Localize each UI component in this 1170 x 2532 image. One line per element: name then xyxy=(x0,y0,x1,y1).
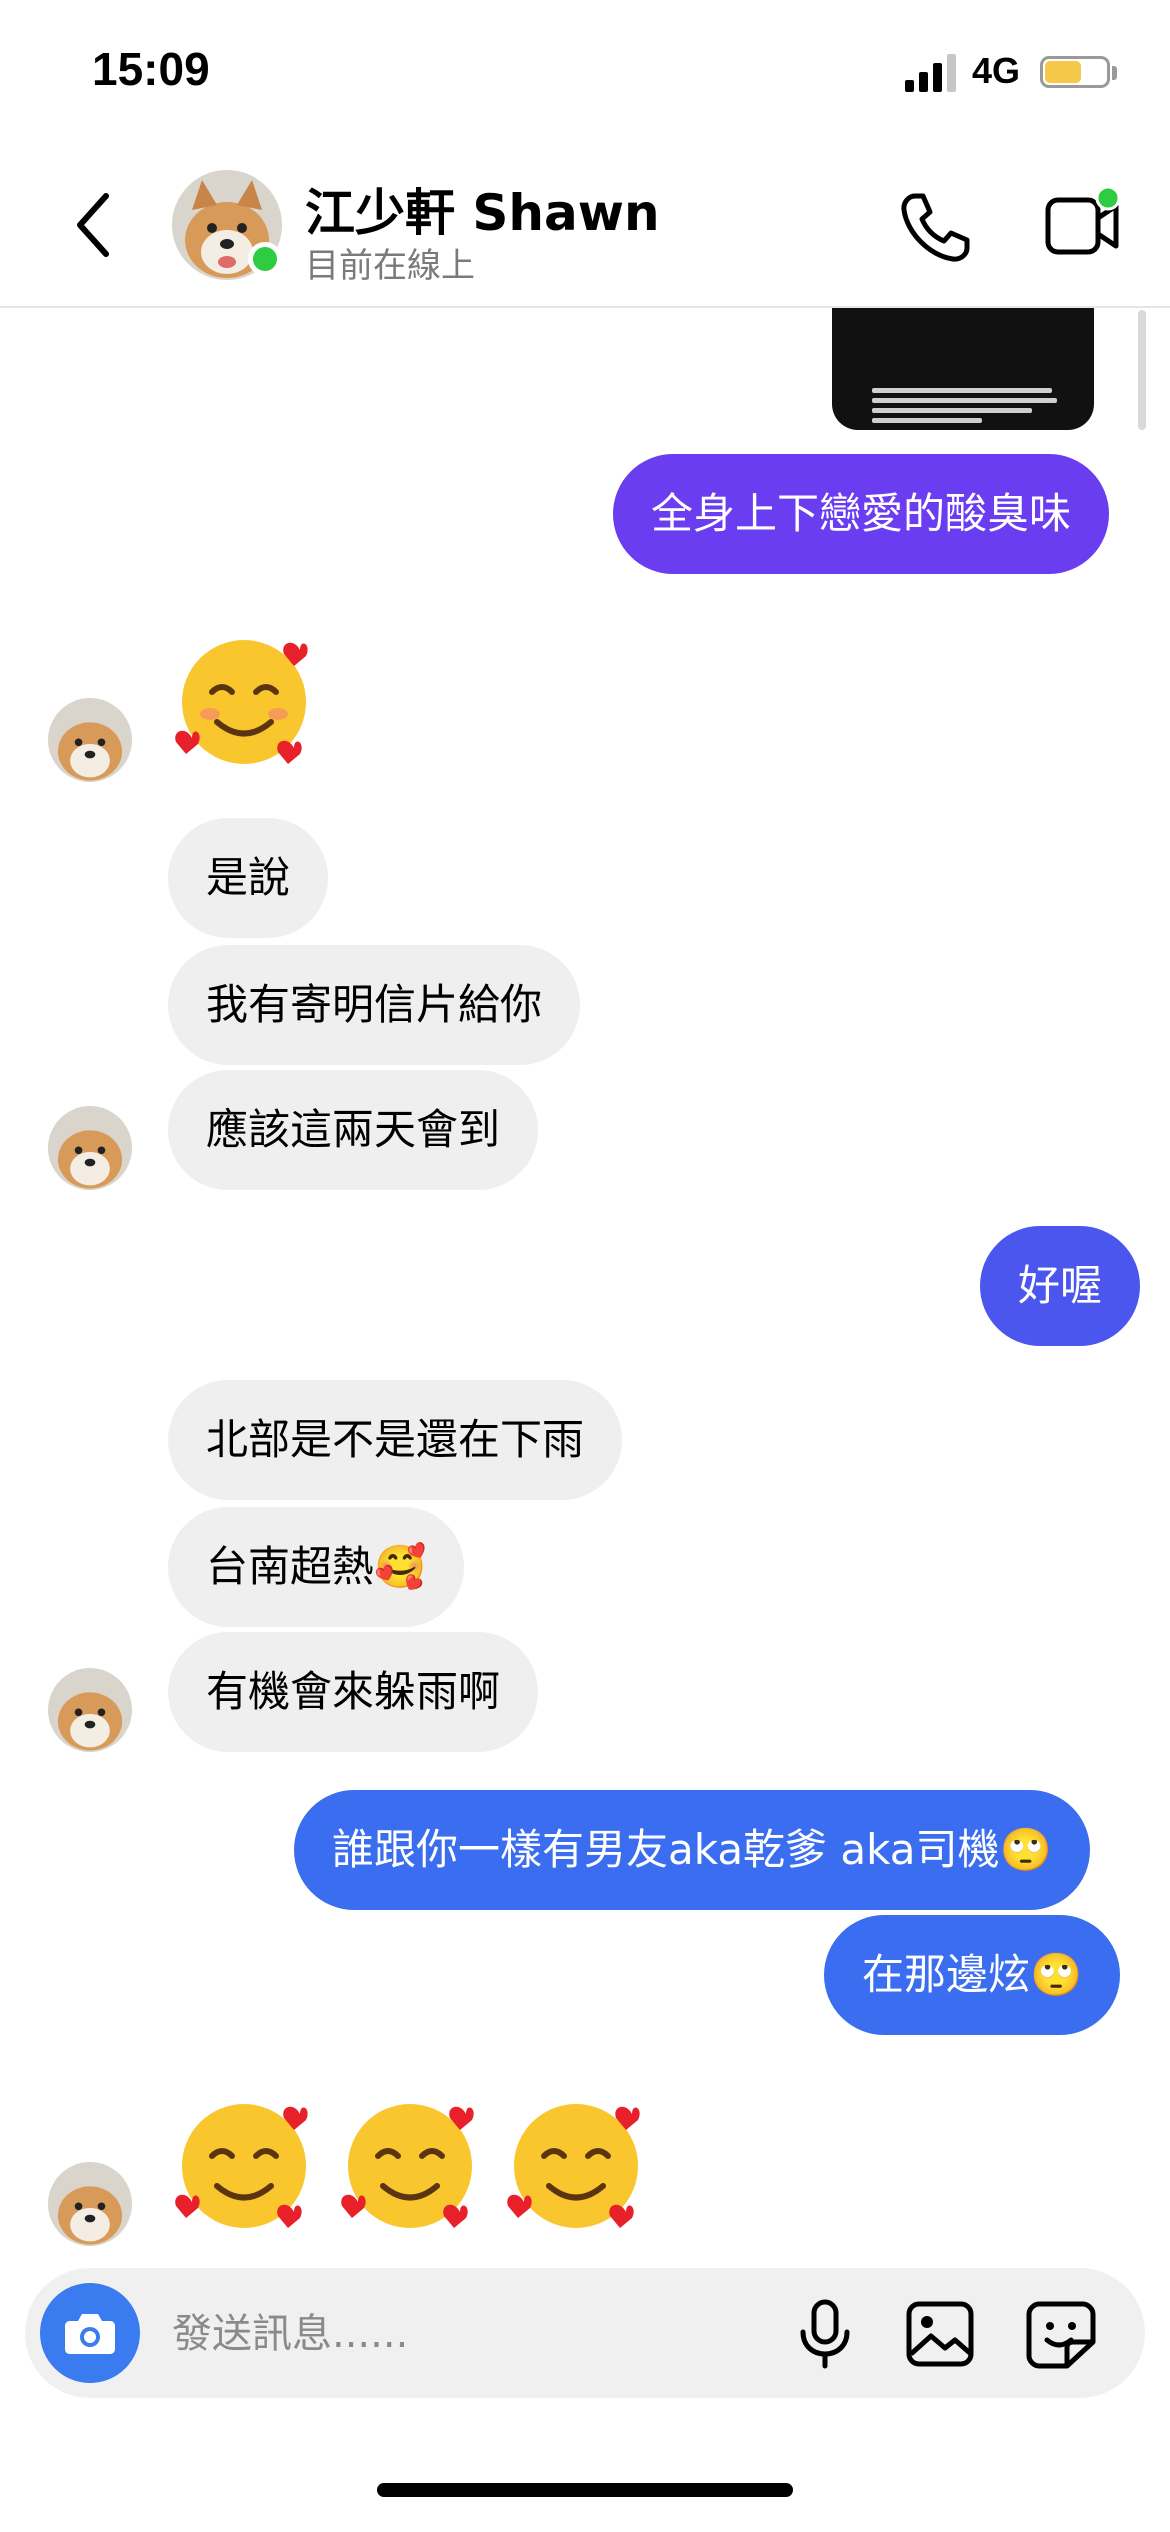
message-bubble-received[interactable]: 有機會來躲雨啊 xyxy=(168,1632,539,1752)
message-bubble-received[interactable]: 我有寄明信片給你 xyxy=(168,945,581,1065)
network-type: 4G xyxy=(972,50,1021,91)
status-time: 15:09 xyxy=(92,43,210,95)
smiling-face-with-hearts-emoji xyxy=(175,2104,308,2228)
message-bubble-received[interactable]: 台南超熱🥰 xyxy=(168,1507,465,1627)
image-icon[interactable] xyxy=(905,2300,975,2368)
smiling-face-with-hearts-emoji: 🥰 xyxy=(374,1542,427,1591)
battery-tip xyxy=(1112,66,1117,80)
shiba-avatar-image xyxy=(48,1668,132,1752)
message-input[interactable] xyxy=(170,2290,774,2378)
face-with-rolling-eyes-emoji: 🙄 xyxy=(1030,1950,1083,1999)
home-indicator[interactable] xyxy=(377,2483,793,2497)
online-status-dot xyxy=(248,242,282,276)
shiba-avatar-image xyxy=(48,1106,132,1190)
contact-avatar-small[interactable] xyxy=(48,1668,132,1752)
message-text: 在那邊炫 xyxy=(862,1950,1031,1999)
message-bubble-sent[interactable]: 全身上下戀愛的酸臭味 xyxy=(613,454,1110,574)
chat-scrollbar[interactable] xyxy=(1138,310,1146,430)
message-bubble-sent[interactable]: 在那邊炫🙄 xyxy=(824,1915,1121,2035)
image-message[interactable] xyxy=(832,308,1094,430)
camera-button[interactable] xyxy=(40,2283,140,2383)
message-text: 誰跟你一樣有男友aka乾爹 aka司機 xyxy=(332,1825,1000,1874)
message-bubble-received[interactable]: 是說 xyxy=(168,818,329,938)
contact-avatar-small[interactable] xyxy=(48,1106,132,1190)
chevron-left-icon[interactable] xyxy=(70,190,120,260)
smiling-face-with-hearts-emoji xyxy=(507,2104,640,2228)
message-bubble-sent[interactable]: 誰跟你一樣有男友aka乾爹 aka司機🙄 xyxy=(294,1790,1090,1910)
smiling-face-with-hearts-emoji xyxy=(341,2104,474,2228)
phone-icon[interactable] xyxy=(895,188,975,268)
message-bubble-received[interactable]: 北部是不是還在下雨 xyxy=(168,1380,623,1500)
shiba-avatar-image xyxy=(48,2162,132,2246)
video-camera-icon[interactable] xyxy=(1040,186,1125,266)
contact-avatar-small[interactable] xyxy=(48,698,132,782)
camera-icon xyxy=(65,2314,115,2354)
contact-avatar-small[interactable] xyxy=(48,2162,132,2246)
face-with-rolling-eyes-emoji: 🙄 xyxy=(999,1825,1052,1874)
message-bubble-sent[interactable]: 好喔 xyxy=(980,1226,1141,1346)
battery-level xyxy=(1045,61,1081,83)
signal-icon xyxy=(905,54,956,92)
contact-status: 目前在線上 xyxy=(305,246,475,286)
smiling-face-with-hearts-emoji xyxy=(175,640,308,764)
contact-name[interactable]: 江少軒 Shawn xyxy=(305,173,660,245)
message-text: 台南超熱 xyxy=(206,1542,375,1591)
shiba-avatar-image xyxy=(48,698,132,782)
sticker-icon[interactable] xyxy=(1025,2300,1097,2370)
microphone-icon[interactable] xyxy=(795,2298,855,2370)
message-bubble-received[interactable]: 應該這兩天會到 xyxy=(168,1070,539,1190)
